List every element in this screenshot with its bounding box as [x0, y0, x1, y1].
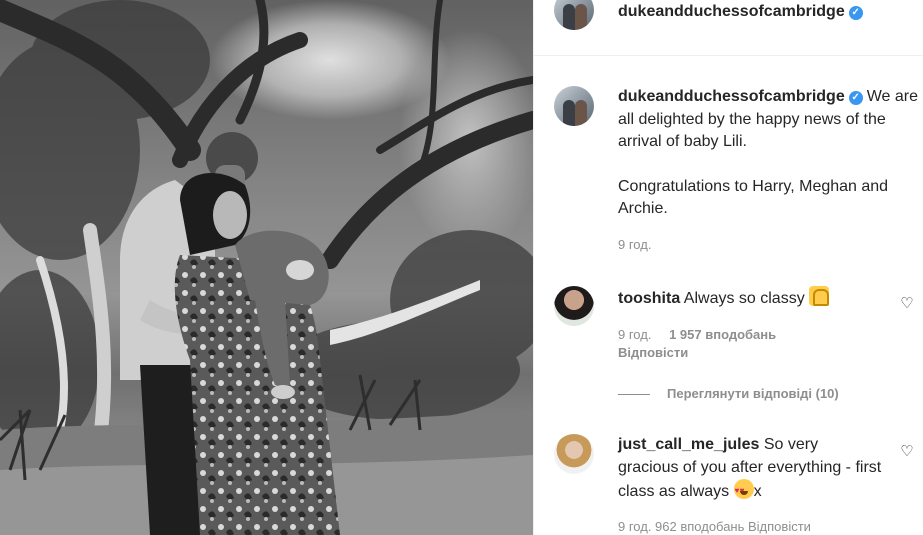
comment-text: tooshita Always so classy — [618, 286, 883, 311]
raising-hands-emoji — [809, 286, 830, 306]
post-photo-illustration — [0, 0, 533, 535]
view-replies-button[interactable]: Переглянути відповіді (10) — [618, 386, 839, 401]
comment-body: Always so classy — [683, 290, 805, 307]
comment-meta: 9 год. 1 957 вподобань — [618, 327, 776, 342]
post-photo[interactable] — [0, 0, 533, 535]
header-username[interactable]: dukeandduchessofcambridge ✓ — [618, 3, 863, 21]
reply-button[interactable]: Відповісти — [618, 345, 688, 360]
post-side-panel: dukeandduchessofcambridge ✓ dukeandduches… — [533, 0, 923, 535]
view-replies-label[interactable]: Переглянути відповіді (10) — [667, 386, 839, 401]
view-replies-divider — [618, 394, 650, 396]
comment-meta-partial: 9 год. 962 вподобань Відповісти — [618, 519, 811, 534]
caption-avatar[interactable] — [554, 86, 594, 126]
caption-text: dukeandduchessofcambridge ✓ We are all del… — [618, 86, 918, 221]
caption-line2: Congratulations to Harry, Meghan and Arc… — [618, 177, 889, 218]
header-username-text[interactable]: dukeandduchessofcambridge — [618, 3, 845, 20]
comment-timestamp[interactable]: 9 год. — [618, 327, 651, 342]
comment-avatar[interactable] — [554, 286, 594, 326]
caption-username[interactable]: dukeandduchessofcambridge ✓ — [618, 88, 863, 105]
comment-avatar[interactable] — [554, 434, 594, 474]
comment-username[interactable]: just_call_me_jules — [618, 436, 759, 453]
comment-suffix: x — [753, 483, 762, 500]
post-header: dukeandduchessofcambridge ✓ — [534, 0, 923, 56]
caption-username-text[interactable]: dukeandduchessofcambridge — [618, 88, 845, 105]
heart-outline-icon[interactable]: ♡ — [899, 444, 915, 460]
heart-eyes-emoji — [733, 479, 754, 503]
caption-timestamp[interactable]: 9 год. — [618, 237, 651, 252]
comment-text: just_call_me_jules So very gracious of y… — [618, 434, 883, 504]
verified-badge-icon: ✓ — [848, 91, 863, 105]
comment-likes[interactable]: 1 957 вподобань — [669, 327, 776, 342]
heart-outline-icon[interactable]: ♡ — [899, 296, 915, 312]
comment-username[interactable]: tooshita — [618, 290, 680, 307]
header-avatar[interactable] — [554, 0, 594, 30]
verified-badge-icon: ✓ — [848, 6, 863, 20]
